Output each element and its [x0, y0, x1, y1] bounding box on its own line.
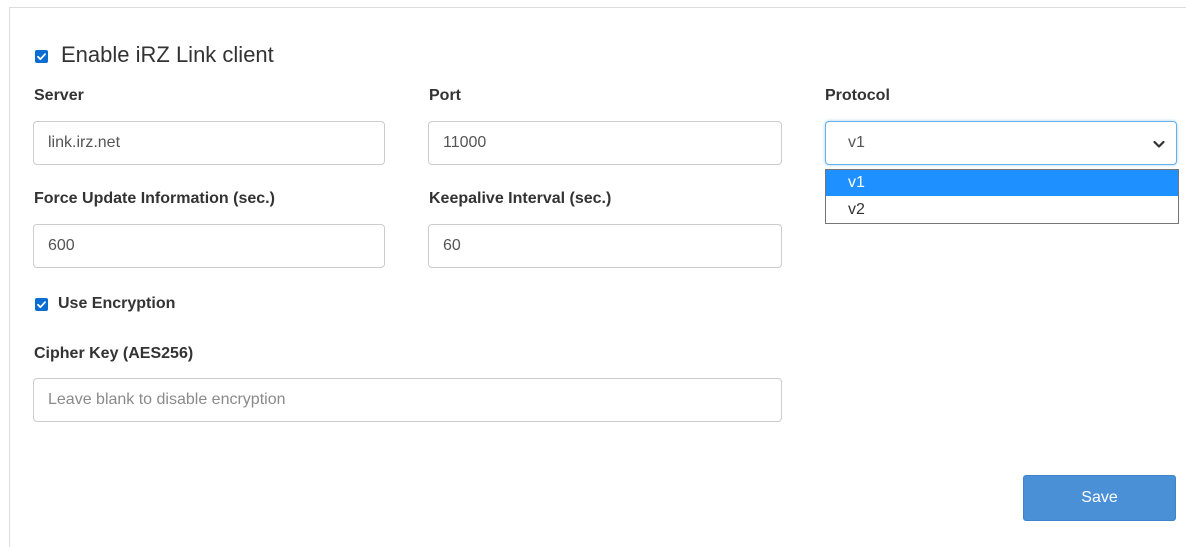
settings-panel: [9, 7, 1186, 547]
use-encryption-checkbox[interactable]: [35, 298, 48, 311]
keepalive-label: Keepalive Interval (sec.): [429, 190, 612, 207]
chevron-down-icon: [1153, 140, 1165, 148]
enable-client-label: Enable iRZ Link client: [61, 42, 274, 67]
protocol-selected-value: v1: [848, 134, 865, 151]
check-icon: [37, 53, 46, 61]
server-input[interactable]: [33, 121, 385, 165]
port-input[interactable]: [428, 121, 782, 165]
protocol-option-v1[interactable]: v1: [826, 170, 1178, 196]
enable-client-checkbox[interactable]: [35, 50, 48, 63]
cipher-key-label: Cipher Key (AES256): [34, 345, 194, 362]
force-update-label: Force Update Information (sec.): [34, 190, 275, 207]
save-button[interactable]: Save: [1023, 475, 1176, 521]
keepalive-input[interactable]: [428, 224, 782, 268]
cipher-key-input[interactable]: [33, 378, 782, 422]
protocol-dropdown-list: v1 v2: [825, 169, 1179, 224]
protocol-option-v2[interactable]: v2: [826, 197, 1178, 223]
protocol-label: Protocol: [825, 87, 890, 104]
force-update-input[interactable]: [33, 224, 385, 268]
port-label: Port: [429, 87, 461, 104]
server-label: Server: [34, 87, 84, 104]
protocol-select[interactable]: v1: [825, 121, 1177, 165]
check-icon: [37, 301, 46, 309]
use-encryption-label: Use Encryption: [58, 295, 176, 312]
